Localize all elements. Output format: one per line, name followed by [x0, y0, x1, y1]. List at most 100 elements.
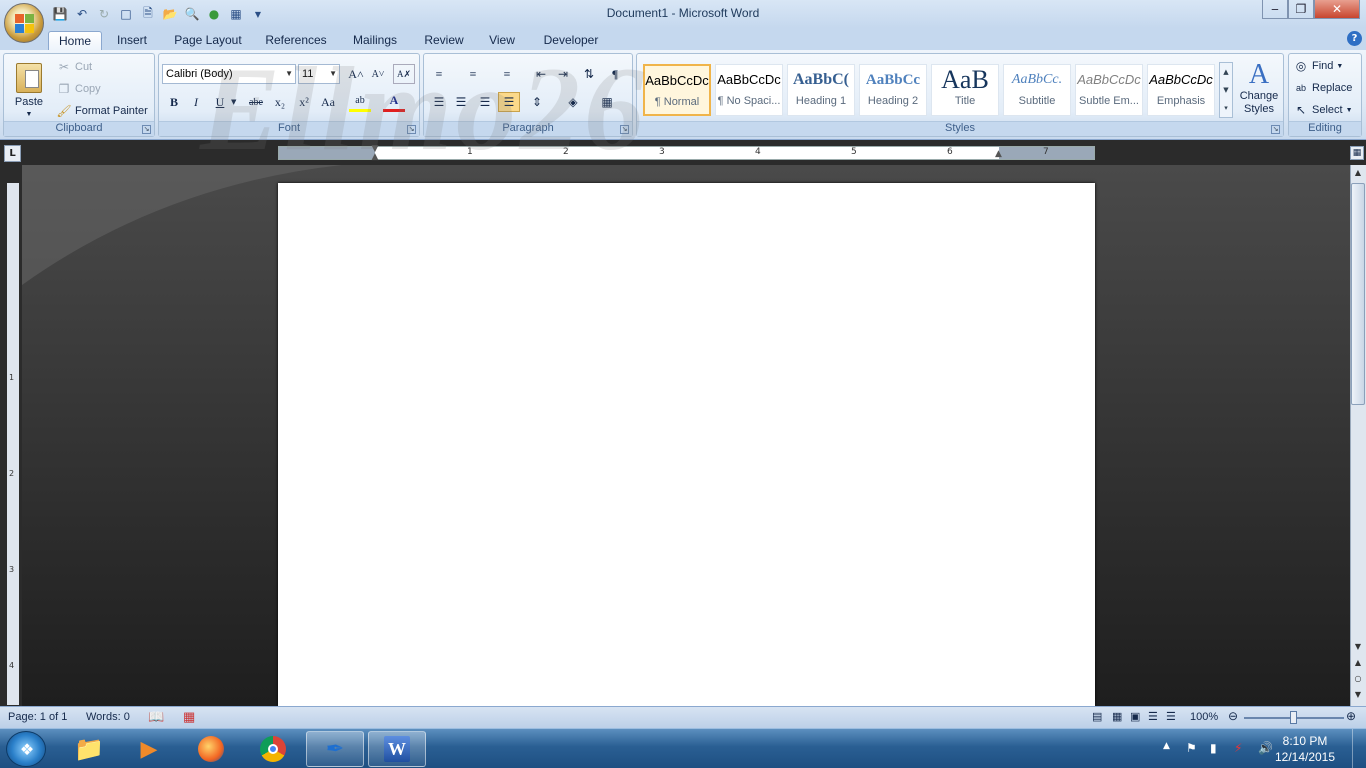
- increase-indent-icon[interactable]: ⇥: [552, 64, 574, 84]
- action-center-flag-icon[interactable]: ⚑: [1186, 741, 1197, 755]
- previous-page-icon[interactable]: ▲: [1351, 656, 1365, 670]
- show-formatting-button[interactable]: ¶: [604, 64, 626, 84]
- maximize-button[interactable]: ❐: [1288, 0, 1314, 19]
- style-normal[interactable]: AaBbCcDc ¶ Normal: [643, 64, 711, 116]
- firefox-taskbar-button[interactable]: [182, 731, 240, 767]
- select-button[interactable]: ↖ Select ▼: [1293, 102, 1353, 118]
- strikethrough-button[interactable]: abe: [245, 92, 267, 112]
- style-subtle-emphasis[interactable]: AaBbCcDc Subtle Em...: [1075, 64, 1143, 116]
- page-count[interactable]: Page: 1 of 1: [8, 711, 67, 723]
- style-no-spacing[interactable]: AaBbCcDc ¶ No Spaci...: [715, 64, 783, 116]
- paragraph-launcher-icon[interactable]: ↘: [620, 125, 629, 134]
- next-page-icon[interactable]: ▼: [1351, 688, 1365, 702]
- font-family-box[interactable]: Calibri (Body) ▼: [162, 64, 296, 84]
- right-indent-marker-icon[interactable]: ▲: [995, 149, 1002, 159]
- macro-record-icon[interactable]: ▦: [183, 709, 195, 725]
- scroll-thumb[interactable]: [1351, 183, 1365, 405]
- numbering-icon[interactable]: ≡: [462, 64, 484, 84]
- vertical-ruler[interactable]: 1 2 3 4: [7, 183, 19, 705]
- underline-button[interactable]: U: [209, 92, 231, 112]
- change-styles-button[interactable]: A Change Styles: [1237, 60, 1281, 116]
- multilevel-list-icon[interactable]: ≡: [496, 64, 518, 84]
- align-left-icon[interactable]: ☰: [428, 92, 450, 112]
- tab-references[interactable]: References: [260, 31, 332, 50]
- subscript-button[interactable]: x₂: [269, 92, 291, 112]
- feather-app-taskbar-button[interactable]: ✒: [306, 731, 364, 767]
- system-clock[interactable]: 8:10 PM 12/14/2015: [1270, 733, 1340, 765]
- style-heading-1[interactable]: AaBbC( Heading 1: [787, 64, 855, 116]
- tab-insert[interactable]: Insert: [108, 31, 156, 50]
- power-icon[interactable]: ⚡: [1234, 741, 1242, 755]
- zoom-out-icon[interactable]: ⊖: [1228, 709, 1238, 723]
- media-player-taskbar-button[interactable]: ▶: [120, 731, 178, 767]
- style-emphasis[interactable]: AaBbCcDc Emphasis: [1147, 64, 1215, 116]
- tab-view[interactable]: View: [482, 31, 522, 50]
- shading-icon[interactable]: ◈: [562, 92, 584, 112]
- highlight-button[interactable]: ab: [349, 92, 371, 112]
- replace-button[interactable]: ab Replace: [1293, 80, 1352, 96]
- tab-home[interactable]: Home: [48, 31, 102, 50]
- start-button[interactable]: ❖: [6, 731, 46, 767]
- style-subtitle[interactable]: AaBbCc. Subtitle: [1003, 64, 1071, 116]
- view-ruler-icon[interactable]: ▦: [1350, 146, 1364, 160]
- scroll-down-icon[interactable]: ▼: [1351, 640, 1365, 654]
- help-icon[interactable]: ?: [1347, 31, 1362, 46]
- align-center-icon[interactable]: ☰: [450, 92, 472, 112]
- change-case-button[interactable]: Aa: [317, 92, 339, 112]
- styles-gallery-scroll[interactable]: ▲ ▼ ▾: [1219, 62, 1233, 118]
- web-layout-icon[interactable]: ▣: [1130, 710, 1140, 723]
- style-title[interactable]: AaB Title: [931, 64, 999, 116]
- outline-view-icon[interactable]: ☰: [1148, 710, 1158, 723]
- office-button[interactable]: [4, 3, 44, 43]
- tab-page-layout[interactable]: Page Layout: [168, 31, 248, 50]
- grow-font-button[interactable]: A˄: [345, 64, 367, 84]
- close-button[interactable]: ✕: [1314, 0, 1360, 19]
- font-launcher-icon[interactable]: ↘: [407, 125, 416, 134]
- horizontal-ruler[interactable]: ▼ ▲ 1 2 3 4 5 6 7 ▲: [278, 145, 1095, 162]
- style-heading-2[interactable]: AaBbCc Heading 2: [859, 64, 927, 116]
- scroll-up-icon[interactable]: ▲: [1351, 166, 1365, 180]
- format-painter-button[interactable]: 🖌 Format Painter: [56, 103, 147, 119]
- select-browse-object-icon[interactable]: ○: [1351, 672, 1365, 686]
- align-right-icon[interactable]: ☰: [474, 92, 496, 112]
- minimize-button[interactable]: ‒: [1262, 0, 1288, 19]
- word-taskbar-button[interactable]: W: [368, 731, 426, 767]
- bullets-icon[interactable]: ≡: [428, 64, 450, 84]
- borders-icon[interactable]: ▦: [596, 92, 618, 112]
- tab-mailings[interactable]: Mailings: [344, 31, 406, 50]
- clipboard-launcher-icon[interactable]: ↘: [142, 125, 151, 134]
- styles-launcher-icon[interactable]: ↘: [1271, 125, 1280, 134]
- paste-button[interactable]: Paste ▼: [8, 58, 50, 118]
- copy-button[interactable]: ❐ Copy: [56, 81, 101, 97]
- zoom-slider-thumb[interactable]: [1290, 711, 1297, 724]
- underline-dropdown-icon[interactable]: ▼: [231, 98, 236, 106]
- show-hidden-icons-icon[interactable]: ▲: [1163, 741, 1170, 751]
- clear-formatting-icon[interactable]: A✗: [393, 64, 415, 84]
- justify-icon[interactable]: ☰: [498, 92, 520, 112]
- bold-button[interactable]: B: [163, 92, 185, 112]
- draft-view-icon[interactable]: ☰: [1166, 710, 1176, 723]
- full-screen-reading-icon[interactable]: ▦: [1112, 710, 1122, 723]
- font-size-box[interactable]: 11 ▼: [298, 64, 340, 84]
- indent-marker-icon[interactable]: ▼ ▲: [370, 145, 380, 162]
- cut-button[interactable]: ✂ Cut: [56, 59, 92, 75]
- tab-selector-button[interactable]: L: [4, 145, 21, 162]
- superscript-button[interactable]: x²: [293, 92, 315, 112]
- document-page[interactable]: [278, 183, 1095, 706]
- file-explorer-taskbar-button[interactable]: 📁: [60, 731, 118, 767]
- line-spacing-icon[interactable]: ⇕: [526, 92, 548, 112]
- proofing-icon[interactable]: 📖: [148, 709, 164, 725]
- tab-developer[interactable]: Developer: [536, 31, 606, 50]
- chrome-taskbar-button[interactable]: [244, 731, 302, 767]
- word-count[interactable]: Words: 0: [86, 711, 130, 723]
- zoom-level[interactable]: 100%: [1190, 711, 1218, 723]
- shrink-font-button[interactable]: A˅: [367, 64, 389, 84]
- find-button[interactable]: ◎ Find ▼: [1293, 58, 1344, 74]
- show-desktop-button[interactable]: [1352, 729, 1366, 768]
- network-signal-icon[interactable]: ▮: [1210, 741, 1217, 755]
- decrease-indent-icon[interactable]: ⇤: [530, 64, 552, 84]
- italic-button[interactable]: I: [185, 92, 207, 112]
- font-color-button[interactable]: A: [383, 92, 405, 112]
- tab-review[interactable]: Review: [418, 31, 470, 50]
- sort-icon[interactable]: ⇅: [578, 64, 600, 84]
